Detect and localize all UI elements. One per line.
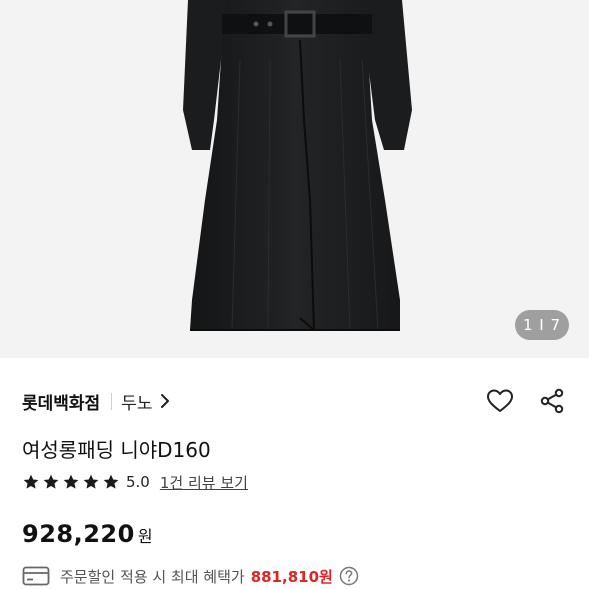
star-rating	[22, 473, 120, 491]
rating-score: 5.0	[126, 473, 150, 491]
share-icon[interactable]	[537, 386, 567, 416]
chevron-right-icon[interactable]	[160, 393, 170, 409]
product-actions	[485, 386, 567, 416]
divider	[111, 392, 113, 410]
reviews-link[interactable]: 1건 리뷰 보기	[160, 472, 248, 493]
star-icon	[62, 473, 80, 491]
credit-card-icon	[22, 566, 50, 586]
question-circle-icon[interactable]	[339, 566, 359, 586]
price-row: 928,220 원	[22, 520, 153, 548]
star-icon	[82, 473, 100, 491]
product-image-gallery[interactable]: 1 I 7	[0, 0, 589, 358]
coat-image	[183, 0, 412, 331]
star-icon	[102, 473, 120, 491]
rating-row: 5.0 1건 리뷰 보기	[22, 470, 248, 494]
counter-divider: I	[539, 316, 545, 334]
counter-current: 1	[522, 316, 534, 334]
benefit-row: 주문할인 적용 시 최대 혜택가 881,810원	[22, 564, 359, 588]
brand-link[interactable]: 두노	[121, 389, 152, 414]
heart-icon[interactable]	[485, 386, 515, 416]
price-value: 928,220	[22, 520, 135, 548]
benefit-price: 881,810원	[250, 567, 333, 586]
price-unit: 원	[137, 527, 153, 546]
benefit-text: 주문할인 적용 시 최대 혜택가	[60, 567, 245, 586]
star-icon	[42, 473, 60, 491]
store-name[interactable]: 롯데백화점	[22, 389, 100, 414]
star-icon	[22, 473, 40, 491]
image-counter: 1 I 7	[515, 310, 569, 340]
product-title: 여성롱패딩 니야D160	[22, 438, 211, 462]
counter-total: 7	[550, 316, 562, 334]
store-row: 롯데백화점 두노	[22, 386, 567, 416]
